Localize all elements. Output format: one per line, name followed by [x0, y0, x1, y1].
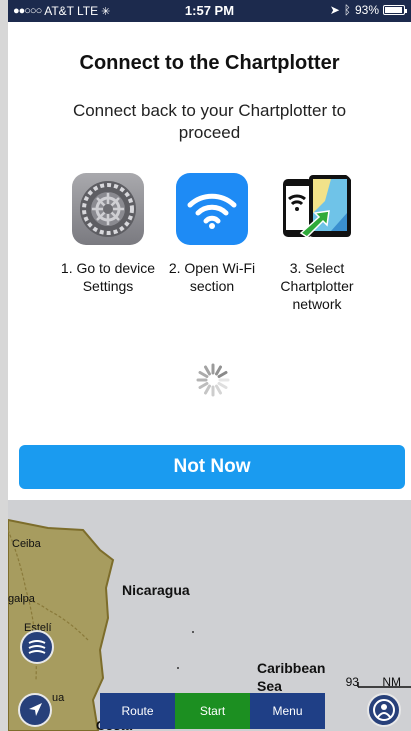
dialog-title: Connect to the Chartplotter: [79, 52, 340, 74]
spinner-spoke: [204, 384, 211, 395]
settings-icon: [72, 173, 144, 245]
map-label-caribbean: Caribbean: [257, 660, 326, 676]
spinner-spoke: [217, 382, 228, 389]
sonar-waves-icon: [28, 640, 46, 654]
dialog-subtitle: Connect back to your Chartplotter to pro…: [72, 101, 347, 142]
sonar-layer-button[interactable]: [20, 630, 54, 664]
person-icon: [373, 699, 395, 721]
loading-spinner-icon: [195, 362, 231, 398]
map-toolbar: Route Start Menu: [100, 693, 325, 729]
scale-unit: NM: [382, 675, 401, 689]
spinner-spoke: [217, 371, 228, 378]
navigation-arrow-icon: [29, 703, 42, 716]
step-wifi: 2. Open Wi-Fi section: [157, 173, 267, 295]
spinner-spoke: [215, 365, 222, 376]
spinner-spoke: [198, 371, 209, 378]
status-right: ➤ ᛒ 93%: [329, 3, 407, 17]
map-label-ceiba: Ceiba: [12, 538, 41, 550]
map-scale: 93 NM: [346, 675, 411, 689]
nautical-map[interactable]: Ceiba Nicaragua galpa Estelí Caribbean S…: [8, 500, 411, 731]
menu-button[interactable]: Menu: [250, 693, 325, 729]
chartplotter-network-icon: [281, 173, 353, 245]
app-screen: ●●○○○ AT&T LTE ✳ 1:57 PM ➤ ᛒ 93% Connect…: [0, 0, 411, 731]
step-settings: 1. Go to device Settings: [53, 173, 163, 295]
spinner-spoke: [198, 382, 209, 389]
spinner-spoke: [204, 365, 211, 376]
spinner-spoke: [215, 384, 222, 395]
wifi-icon: [176, 173, 248, 245]
map-label-sea: Sea: [257, 678, 282, 694]
map-label-galpa: galpa: [8, 593, 35, 605]
battery-fill: [385, 7, 402, 13]
connect-dialog: Connect to the Chartplotter Connect back…: [8, 22, 411, 500]
step-network: 3. Select Chartplotter network: [262, 173, 372, 313]
step-settings-label: 1. Go to device Settings: [60, 260, 156, 294]
navigate-button[interactable]: [18, 693, 52, 727]
battery-percent: 93%: [354, 3, 379, 17]
step-wifi-label: 2. Open Wi-Fi section: [168, 260, 256, 294]
status-bar: ●●○○○ AT&T LTE ✳ 1:57 PM ➤ ᛒ 93%: [8, 0, 411, 22]
map-label-managua: ua: [52, 692, 65, 704]
profile-button[interactable]: [367, 693, 401, 727]
bluetooth-icon: ᛒ: [343, 3, 351, 17]
route-button[interactable]: Route: [100, 693, 175, 729]
not-now-button[interactable]: Not Now: [19, 445, 405, 489]
location-arrow-icon: ➤: [329, 3, 340, 17]
scale-value: 93: [345, 675, 359, 689]
start-button[interactable]: Start: [175, 693, 250, 729]
step-network-label: 3. Select Chartplotter network: [280, 260, 354, 312]
map-label-nicaragua: Nicaragua: [122, 582, 190, 598]
battery-icon: [383, 5, 407, 15]
